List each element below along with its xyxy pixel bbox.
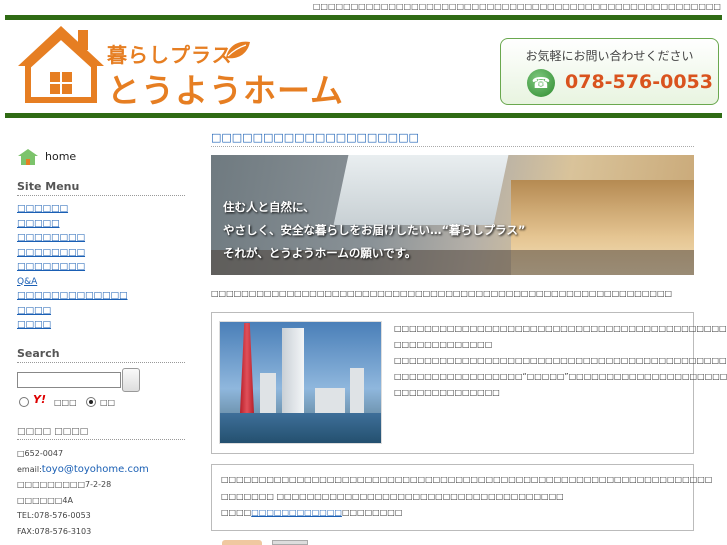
photo-building [350,368,364,413]
paragraph-suffix: □□□□□□□□ [341,508,403,517]
page-title: □□□□□□□□□□□□□□□□□□□□ [211,131,419,144]
header-bottom-bar [5,113,722,118]
home-icon [18,149,38,165]
kobe-port-photo [219,321,382,444]
paragraph-prefix: □□□□ [221,508,252,517]
address-line-1: □□□□□□□□□7-2-28 [17,480,112,489]
phone-number[interactable]: 078-576-0053 [565,71,713,93]
search-input[interactable] [17,372,121,388]
search-engine-radio[interactable] [19,397,29,407]
search-site-label: □□ [100,398,116,407]
content-box-text: □□□□□□□□□□□□□□□□□□□□□□□□□□□□□□□□□□□□□□□□… [394,321,727,401]
paragraph-line: □□□□□□□□□□□□□ [394,340,493,349]
content-box-2-text: □□□□□□□□□□□□□□□□□□□□□□□□□□□□□□□□□□□□□□□□… [221,472,713,522]
site-menu-title: Site Menu [17,180,185,196]
contact-box[interactable]: お気軽にお問い合わせください ☎ 078-576-0053 [500,38,719,105]
site-menu: □□□□□□ □□□□□ □□□□□□□□ □□□□□□□□ □□□□□□□□ … [17,202,185,333]
title-divider [211,146,694,147]
search-engine-label: □□□ [54,398,77,407]
search-button[interactable] [122,368,140,392]
paragraph-line: □□□□□□□□□□□□□□□□□□□□□□□□□□□□□□□□□□□□□□□□… [221,475,713,484]
email-row: email:toyo@toyohome.com [17,462,149,478]
paragraph-line: □□□□□□□□□□□□□□□□□“□□□□□”□□□□□□□□□□□□□□□□… [394,372,727,381]
fax: FAX:078-576-3103 [17,526,92,536]
hero-text-line: 住む人と自然に、 [223,200,315,214]
content-link[interactable]: □□□□□□□□□□□□ [251,508,342,517]
company-address: □652-0047 email:toyo@toyohome.com □□□□□□… [17,446,149,539]
paragraph-line: □□□□□□□□□□□□□□□□□□□□□□□□□□□□□□□□□□□□□□□□… [394,324,727,333]
leaf-icon [226,41,250,59]
address-line-2: □□□□□□4A [17,495,73,505]
photo-port-tower [240,323,254,413]
logo-title: とうようホーム [107,71,345,110]
content-box-2: □□□□□□□□□□□□□□□□□□□□□□□□□□□□□□□□□□□□□□□□… [211,464,713,531]
paragraph-line: □□□□□□□□□□□□□□□□□□□□□□□□□□□□□□□□□□□□□□□□… [394,356,727,365]
email-prefix: email: [17,464,42,474]
hero-text-line: やさしく、安全な暮らしをお届けしたい…“暮らしプラス” [223,223,526,237]
photo-hotel [282,328,304,413]
menu-item[interactable]: □□□□□□□□ [17,246,185,261]
hero-building-wall [333,155,509,225]
content-box: □□□□□□□□□□□□□□□□□□□□□□□□□□□□□□□□□□□□□□□□… [211,312,727,454]
bottom-gray-element [272,540,308,545]
house-logo-icon [18,26,104,103]
menu-item[interactable]: Q&A [17,275,185,290]
company-title: □□□□ □□□□ [17,427,185,440]
search-title: Search [17,347,185,363]
bottom-orange-element [222,540,262,545]
phone-icon: ☎ [527,69,555,97]
paragraph-line: □□□□□□□ □□□□□□□□□□□□□□□□□□□□□□□□□□□□□□□□… [221,491,564,501]
page: □□□□□□□□□□□□□□□□□□□□□□□□□□□□□□□□□□□□□□□□… [0,0,727,545]
intro-text: □□□□□□□□□□□□□□□□□□□□□□□□□□□□□□□□□□□□□□□□… [211,289,673,298]
menu-item[interactable]: □□□□□□ [17,202,185,217]
contact-label: お気軽にお問い合わせください [525,49,694,63]
postal-code: □652-0047 [17,449,64,458]
menu-item[interactable]: □□□□□□□□□□□□□ [17,289,185,304]
header-top-bar [5,15,722,20]
menu-item[interactable]: □□□□ [17,304,185,319]
menu-item[interactable]: □□□□□□□□ [17,231,185,246]
paragraph-line: □□□□□□□□□□□□□□□□□□□□□□□□ [221,505,689,522]
photo-water [220,413,381,443]
email-link[interactable]: toyo@toyohome.com [42,464,149,475]
photo-building [315,388,345,413]
hero-banner: 住む人と自然に、 やさしく、安全な暮らしをお届けしたい…“暮らしプラス” それが… [211,155,694,275]
menu-item[interactable]: □□□□□□□□ [17,260,185,275]
tel: TEL:078-576-0053 [17,511,91,520]
yahoo-logo-icon: Y! [33,393,46,406]
search-site-radio[interactable] [86,397,96,407]
menu-item[interactable]: □□□□ [17,318,185,333]
menu-item[interactable]: □□□□□ [17,217,185,232]
hero-text-line: それが、とうようホームの願いです。 [223,246,417,260]
paragraph-line: □□□□□□□□□□□□□□ [394,388,500,397]
header-top-text: □□□□□□□□□□□□□□□□□□□□□□□□□□□□□□□□□□□□□□□□… [312,2,721,11]
photo-building [260,373,276,413]
home-label: home [45,150,77,163]
